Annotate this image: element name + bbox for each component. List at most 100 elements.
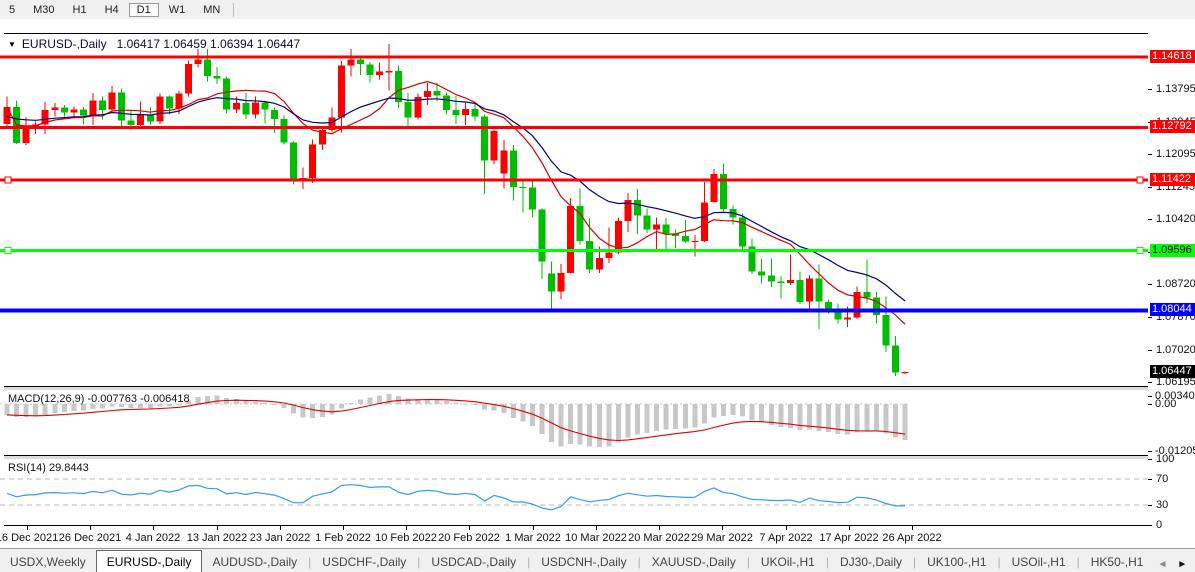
timeframe-button-5[interactable]: 5	[1, 3, 23, 17]
horizontal-level-line[interactable]	[0, 309, 1148, 313]
candle	[347, 60, 354, 66]
timeframe-button-w1[interactable]: W1	[161, 3, 194, 17]
price-pane[interactable]	[0, 34, 1148, 386]
chart-tab-usdcad-daily[interactable]: USDCAD-,Daily	[421, 552, 526, 572]
line-drag-handle[interactable]	[5, 177, 11, 183]
tab-scroll-right-icon[interactable]: ►	[1177, 559, 1187, 570]
horizontal-level-line[interactable]	[0, 126, 1148, 129]
macd-histogram-bar	[473, 404, 478, 405]
candle	[796, 280, 803, 302]
macd-histogram-bar	[482, 404, 487, 409]
macd-histogram-bar	[864, 404, 869, 431]
chart-tab-eurusd-daily[interactable]: EURUSD-,Daily	[96, 550, 203, 572]
macd-histogram-bar	[24, 404, 29, 417]
macd-histogram-bar	[587, 404, 592, 447]
chart-tab-dj30-daily[interactable]: DJ30-,Daily	[830, 552, 912, 572]
macd-histogram-bar	[740, 404, 745, 417]
chart-tab-xauusd-daily[interactable]: XAUUSD-,Daily	[642, 552, 746, 572]
chart-tab-usdchf-daily[interactable]: USDCHF-,Daily	[312, 552, 416, 572]
macd-histogram-bar	[62, 404, 67, 412]
date-tick-mark	[469, 526, 470, 530]
chart-tab-uk100-h1[interactable]: UK100-,H1	[917, 552, 996, 572]
price-tick-mark	[1148, 219, 1152, 220]
rsi-pane[interactable]	[0, 459, 1148, 525]
chart-tab-audusd-daily[interactable]: AUDUSD-,Daily	[202, 552, 307, 572]
date-tick-mark	[786, 526, 787, 530]
chart-tab-ukoil-h1[interactable]: UKOil-,H1	[751, 552, 825, 572]
timeframe-button-h4[interactable]: H4	[97, 3, 127, 17]
macd-histogram-bar	[855, 404, 860, 433]
mt4-terminal: 5M30H1H4D1W1MN ▼EURUSD-,Daily1.06417 1.0…	[0, 0, 1195, 572]
macd-histogram-bar	[243, 401, 248, 404]
macd-histogram-bar	[654, 404, 659, 431]
line-drag-handle[interactable]	[5, 248, 11, 254]
macd-histogram-bar	[597, 404, 602, 447]
date-tick-label: 23 Jan 2022	[250, 532, 311, 544]
candle	[99, 101, 106, 110]
candle	[663, 224, 670, 233]
chart-tab-usoil-h1[interactable]: USOil-,H1	[1002, 552, 1076, 572]
chevron-down-icon[interactable]: ▼	[8, 40, 16, 49]
horizontal-level-line[interactable]	[0, 56, 1148, 59]
macd-histogram-bar	[645, 404, 650, 433]
candle	[271, 110, 278, 119]
candle	[605, 252, 612, 257]
horizontal-level-line[interactable]	[0, 249, 1148, 252]
candle	[816, 279, 823, 302]
candle	[233, 103, 240, 110]
date-tick-label: 20 Feb 2022	[438, 532, 500, 544]
macd-tick-label: 0.00	[1155, 398, 1176, 410]
chart-tab-hk50-h1[interactable]: HK50-,H1	[1081, 552, 1154, 572]
macd-histogram-bar	[711, 404, 716, 418]
candle	[51, 107, 58, 110]
candle	[156, 96, 163, 121]
macd-histogram-bar	[520, 404, 525, 422]
date-tick-mark	[722, 526, 723, 530]
toolbar-separator	[233, 3, 234, 17]
candle	[338, 65, 345, 117]
candle	[128, 121, 135, 126]
timeframe-button-h1[interactable]: H1	[65, 3, 95, 17]
macd-histogram-bar	[262, 403, 267, 404]
rsi-tick-mark	[1148, 479, 1152, 480]
candle	[596, 258, 603, 270]
line-drag-handle[interactable]	[1137, 177, 1143, 183]
macd-histogram-bar	[33, 404, 38, 417]
date-tick-label: 1 Mar 2022	[505, 532, 561, 544]
candle	[710, 174, 717, 202]
chart-tab-usdx-weekly[interactable]: USDX,Weekly	[0, 552, 96, 572]
candle	[768, 276, 775, 282]
horizontal-level-line[interactable]	[0, 179, 1148, 182]
macd-histogram-bar	[511, 404, 516, 418]
macd-histogram-bar	[329, 404, 334, 415]
date-tick-mark	[153, 526, 154, 530]
line-drag-handle[interactable]	[1137, 248, 1143, 254]
date-tick-label: 4 Jan 2022	[126, 532, 180, 544]
chart-tab-bar: USDX,WeeklyEURUSD-,DailyAUDUSD-,Daily|US…	[0, 548, 1195, 572]
candle	[634, 200, 641, 215]
macd-histogram-bar	[444, 401, 449, 404]
candle	[23, 128, 30, 143]
timeframe-button-mn[interactable]: MN	[195, 3, 228, 17]
candle	[176, 94, 183, 109]
macd-histogram-bar	[272, 404, 277, 405]
date-tick-label: 1 Feb 2022	[315, 532, 371, 544]
macd-tick-mark	[1148, 451, 1152, 452]
timeframe-button-m30[interactable]: M30	[25, 3, 62, 17]
candle	[147, 115, 154, 122]
timeframe-button-d1[interactable]: D1	[129, 3, 159, 17]
price-tick-label: 1.07020	[1156, 344, 1195, 356]
candle	[453, 110, 460, 115]
macd-histogram-bar	[253, 402, 258, 404]
timeframe-toolbar: 5M30H1H4D1W1MN	[0, 0, 1195, 20]
tab-scroll-left-icon[interactable]: ◄	[1157, 559, 1167, 570]
chart-tab-usdcnh-daily[interactable]: USDCNH-,Daily	[531, 552, 636, 572]
price-tick-mark	[1148, 154, 1152, 155]
candle	[4, 107, 11, 124]
macd-histogram-bar	[301, 404, 306, 418]
price-axis[interactable]: 1.137951.129451.120951.112451.104201.095…	[1148, 19, 1195, 548]
rsi-indicator-label: RSI(14) 29.8443	[8, 462, 89, 474]
price-tick-mark	[1148, 284, 1152, 285]
candle	[204, 60, 211, 76]
candle	[433, 91, 440, 96]
